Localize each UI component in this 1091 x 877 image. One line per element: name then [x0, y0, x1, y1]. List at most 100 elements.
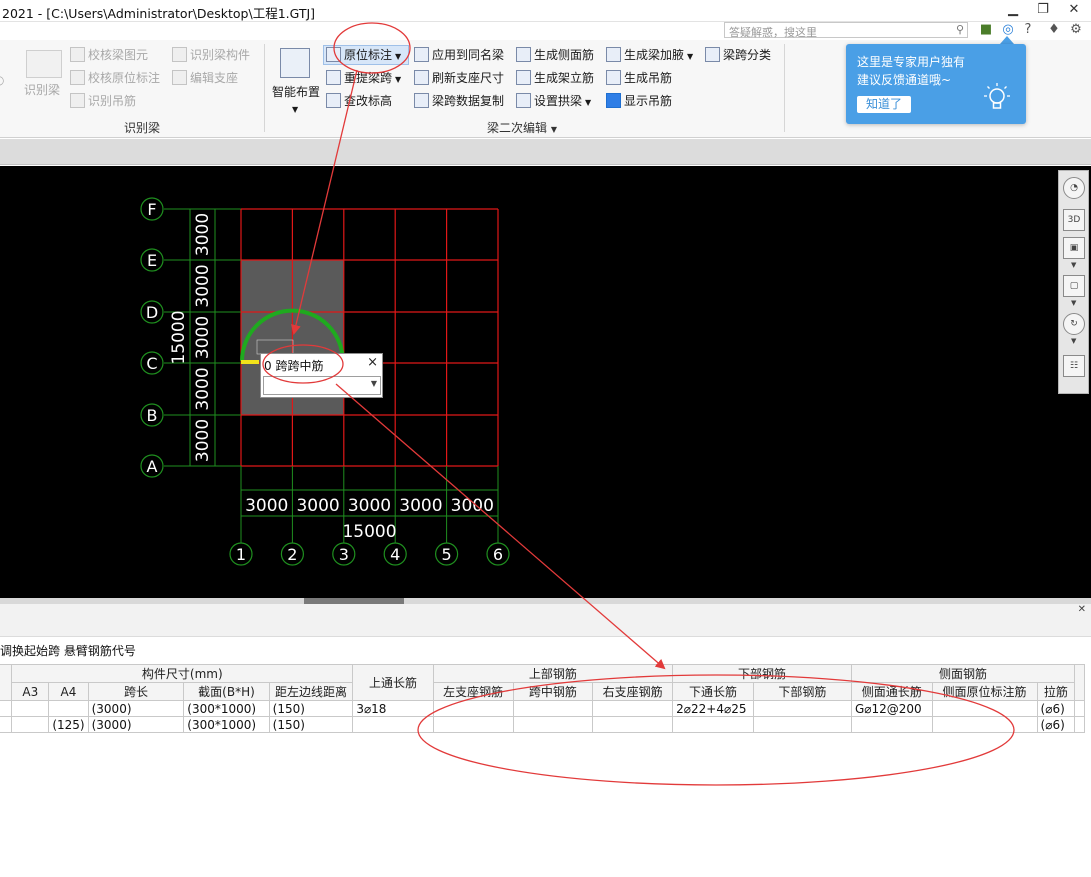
column-axis-label: 3 — [339, 545, 349, 564]
avatar[interactable]: ■ — [978, 22, 994, 38]
cell-span[interactable]: (3000) — [87, 716, 185, 733]
header-tie-bar: 拉筋 — [1036, 682, 1076, 701]
close-icon[interactable]: × — [367, 355, 378, 370]
check-annotation-button[interactable]: 校核原位标注 — [88, 71, 160, 85]
re-extract-span-button[interactable]: 重提梁跨 — [344, 71, 392, 85]
cell-bottom-through[interactable]: 2⌀22+4⌀25 — [672, 700, 754, 717]
close-icon[interactable]: ✕ — [1064, 2, 1084, 18]
box-view-icon[interactable]: ▢ — [1063, 275, 1085, 297]
identify-beam-icon[interactable] — [26, 50, 62, 78]
gen-side-bar-button[interactable]: 生成侧面筋 — [534, 48, 594, 62]
cell-tie[interactable]: (⌀6) — [1036, 716, 1076, 733]
header-top-group: 上部钢筋 — [432, 664, 674, 683]
identify-hanger-button[interactable]: 识别吊筋 — [88, 94, 136, 108]
smart-layout-icon[interactable] — [280, 48, 310, 78]
haunch-icon — [606, 47, 621, 62]
in-situ-annotation-button[interactable]: 原位标注 — [344, 48, 392, 62]
copy-span-button[interactable]: 梁跨数据复制 — [432, 94, 504, 108]
cell-distance[interactable]: (150) — [268, 700, 354, 717]
chevron-down-icon[interactable]: ▼ — [551, 125, 557, 134]
hanger-icon — [606, 70, 621, 85]
cell-a4[interactable]: (125) — [48, 716, 89, 733]
panel-toolbar-buttons[interactable]: 调换起始跨 悬臂钢筋代号 — [0, 642, 136, 659]
header-right-support: 右支座钢筋 — [592, 682, 674, 701]
cell-side-through[interactable]: G⌀12@200 — [850, 700, 933, 717]
chevron-down-icon[interactable]: ▼ — [395, 52, 401, 61]
cell-a4[interactable] — [48, 700, 89, 717]
chevron-down-icon[interactable]: ▼ — [1071, 337, 1076, 345]
skin-icon[interactable]: ♦ — [1046, 22, 1062, 38]
show-hanger-label: 显示吊筋 — [624, 94, 673, 108]
identify-group-label: 识别梁 — [124, 121, 161, 135]
search-input[interactable]: 答疑解惑，搜这里 ⚲ — [724, 22, 968, 39]
row-axis-label: B — [147, 406, 158, 425]
span-input-popup[interactable]: 0 跨跨中筋 × ▼ — [260, 353, 383, 398]
cell-side-through[interactable] — [850, 716, 933, 733]
span-classify-icon — [705, 47, 720, 62]
check-beam-button[interactable]: 校核梁图元 — [88, 48, 148, 62]
show-hanger-checkbox[interactable] — [606, 93, 621, 108]
cube-view-icon[interactable]: ▣ — [1063, 237, 1085, 259]
orbit-icon[interactable]: ◔ — [1063, 177, 1085, 199]
ribbon-divider — [264, 44, 265, 132]
rotate-icon[interactable]: ↻ — [1063, 313, 1085, 335]
cad-drawing: 3000300030003000300015000FEDCBA3000 3000 3… — [140, 197, 510, 566]
cell-top-through[interactable]: 3⌀18 — [352, 700, 434, 717]
row-dimension-label: 3000 — [193, 419, 213, 462]
search-icon[interactable]: ⚲ — [956, 23, 964, 36]
cell-bottom-through[interactable] — [672, 716, 754, 733]
smart-layout-chevron-icon[interactable]: ▼ — [292, 100, 298, 120]
cell-section[interactable]: (300*1000) — [183, 700, 270, 717]
check-beam-icon — [70, 47, 85, 62]
identify-beam-button[interactable]: 识别梁 — [24, 80, 60, 100]
smart-layout-button[interactable]: 智能布置 — [272, 82, 320, 102]
cell-tie[interactable]: (⌀6) — [1036, 700, 1076, 717]
3d-view-icon[interactable]: 3D — [1063, 209, 1085, 231]
span-value-dropdown[interactable]: ▼ — [263, 376, 381, 395]
table-row[interactable]: (125) (3000) (300*1000) (150) (⌀6) — [0, 716, 1085, 733]
cell-span[interactable]: (3000) — [87, 700, 185, 717]
cell-section[interactable]: (300*1000) — [183, 716, 270, 733]
chevron-down-icon[interactable]: ▼ — [1071, 299, 1076, 307]
header-bottom-group: 下部钢筋 — [672, 664, 852, 683]
header-bottom-through: 下通长筋 — [672, 682, 754, 701]
tip-line-1: 这里是专家用户独有 — [857, 55, 966, 69]
lightbulb-icon — [984, 83, 1010, 109]
table-row[interactable]: (3000) (300*1000) (150) 3⌀18 2⌀22+4⌀25 G… — [0, 700, 1085, 717]
edit-support-button[interactable]: 编辑支座 — [190, 71, 238, 85]
chevron-down-icon[interactable]: ▼ — [687, 52, 693, 61]
row-dimension-label: 3000 — [193, 213, 213, 256]
chevron-down-icon[interactable]: ▼ — [371, 379, 377, 388]
panel-toolbar: 调换起始跨 悬臂钢筋代号 — [0, 638, 1091, 664]
in-situ-annotation-icon — [326, 47, 341, 62]
drawing-canvas[interactable]: 3000 3000 3000 3000 3000 15000 F E D C B A 3000 3000 3… — [0, 166, 1091, 598]
view-navigation-toolbar: ◔ 3D ▣ ▼ ▢ ▼ ↻ ▼ ☷ — [1058, 170, 1089, 394]
gen-erection-bar-button[interactable]: 生成架立筋 — [534, 71, 594, 85]
column-dimension-label: 3000 — [296, 496, 339, 516]
chevron-down-icon[interactable]: ▼ — [1071, 261, 1076, 269]
header-span-length: 跨长 — [87, 682, 185, 701]
span-classify-button[interactable]: 梁跨分类 — [723, 48, 771, 62]
cell-distance[interactable]: (150) — [268, 716, 354, 733]
chevron-down-icon[interactable]: ▼ — [395, 75, 401, 84]
side-bar-icon — [516, 47, 531, 62]
cell-top-through[interactable] — [352, 716, 434, 733]
gen-haunch-button[interactable]: 生成梁加腋 — [624, 48, 684, 62]
close-icon[interactable]: ✕ — [1078, 604, 1086, 615]
help-icon[interactable]: ? — [1020, 22, 1036, 38]
layer-panel-icon[interactable]: ☷ — [1063, 355, 1085, 377]
set-arch-beam-button[interactable]: 设置拱梁 — [534, 94, 582, 108]
settings-icon[interactable]: ⚙ — [1068, 22, 1084, 38]
got-it-button[interactable]: 知道了 — [857, 96, 911, 113]
restore-icon[interactable]: ❐ — [1033, 2, 1053, 18]
column-dimension-label: 3000 — [245, 496, 288, 516]
header-side-annotation: 侧面原位标注筋 — [931, 682, 1038, 701]
bottom-panel-header: ✕ — [0, 604, 1091, 637]
apply-same-name-button[interactable]: 应用到同名梁 — [432, 48, 504, 62]
identify-member-button[interactable]: 识别梁构件 — [190, 48, 250, 62]
refresh-support-button[interactable]: 刷新支座尺寸 — [432, 71, 504, 85]
check-elevation-button[interactable]: 查改标高 — [344, 94, 392, 108]
gen-hanger-button[interactable]: 生成吊筋 — [624, 71, 672, 85]
minimize-icon[interactable]: ▁ — [1003, 2, 1023, 18]
chevron-down-icon[interactable]: ▼ — [585, 98, 591, 107]
